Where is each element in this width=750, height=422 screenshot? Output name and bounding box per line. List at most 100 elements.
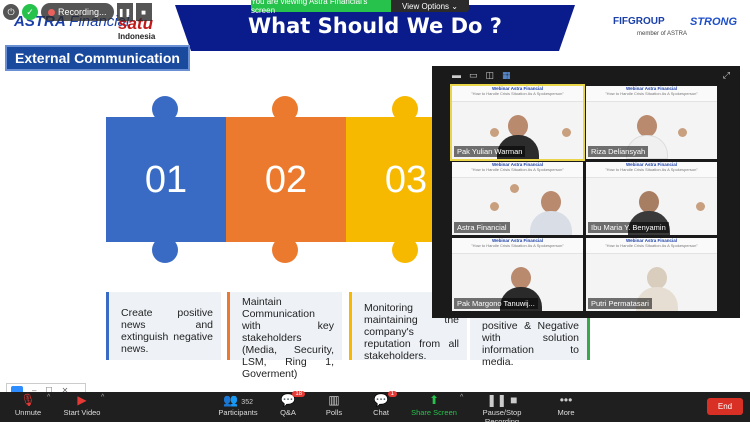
view-options-button[interactable]: View Options ⌄ — [391, 0, 469, 12]
unmute-button[interactable]: 🎙 Unmute — [8, 393, 48, 417]
webinar-subtitle: "How to Handle Crisis Situation As A Spo… — [471, 243, 564, 248]
gallery-header: ▬ ▭ ◫ ▦ ⤢ — [432, 66, 740, 84]
slide-avatar — [490, 202, 499, 211]
video-gallery[interactable]: ▬ ▭ ◫ ▦ ⤢ Webinar Astra Financial "How t… — [432, 66, 740, 318]
participant-head — [541, 191, 561, 213]
more-label: More — [557, 408, 575, 417]
end-meeting-button[interactable]: End — [707, 398, 743, 415]
pause-stop-recording-button[interactable]: ❚❚ ■ Pause/Stop Recording — [466, 393, 538, 422]
participant-video — [530, 191, 572, 235]
share-screen-button[interactable]: ⬆ Share Screen — [410, 393, 458, 417]
chat-button[interactable]: 💬 1 Chat — [370, 391, 397, 417]
webinar-subtitle: "How to Handle Crisis Situation As A Spo… — [471, 167, 564, 172]
speaker-view-icon[interactable]: ▭ — [469, 70, 478, 81]
pause-recording-icon[interactable]: ❚❚ — [116, 3, 133, 21]
puzzle-piece-01: 01 — [106, 96, 244, 263]
participant-head — [511, 267, 531, 289]
chevron-down-icon: ⌄ — [449, 1, 458, 11]
recording-controls: ⏻ ✓ Recording... ❚❚ ■ — [3, 3, 152, 21]
puzzle-knob — [392, 237, 418, 263]
puzzle-knob — [152, 237, 178, 263]
participant-name: Riza Deliansyah — [588, 146, 649, 157]
share-screen-icon: ⬆ — [428, 393, 440, 407]
description-box-01: Create positive news and extinguish nega… — [106, 292, 221, 360]
chevron-up-icon[interactable]: ^ — [101, 394, 104, 401]
more-icon: ••• — [559, 393, 573, 407]
participants-count: 352 — [241, 399, 253, 406]
chevron-up-icon[interactable]: ^ — [47, 394, 50, 401]
video-tile[interactable]: Webinar Astra Financial "How to Handle C… — [586, 162, 717, 235]
recording-indicator: Recording... — [41, 3, 114, 21]
expand-icon[interactable]: ⤢ — [723, 70, 730, 81]
slide-avatar — [678, 128, 687, 137]
pause-stop-recording-label: Pause/Stop Recording — [482, 408, 522, 422]
piece-number: 02 — [264, 159, 308, 201]
slide-title: What Should We Do ? — [248, 14, 502, 38]
webinar-subtitle: "How to Handle Crisis Situation As A Spo… — [605, 243, 698, 248]
chat-label: Chat — [373, 408, 389, 417]
participant-head — [637, 115, 657, 137]
participant-head — [639, 191, 659, 213]
meeting-toolbar: 🎙 Unmute ^ ▶ Start Video ^ 👥 352 Partici… — [0, 391, 750, 422]
participant-name: Putri Permatasari — [588, 298, 652, 309]
minimize-icon[interactable]: ▬ — [452, 70, 461, 80]
video-tile[interactable]: Webinar Astra Financial "How to Handle C… — [586, 238, 717, 311]
slide-avatar — [696, 202, 705, 211]
puzzle-knob — [272, 96, 298, 122]
strong-logo: STRONG — [690, 16, 738, 28]
participants-icon: 👥 352 — [223, 393, 253, 407]
participant-head — [647, 267, 667, 289]
microphone-muted-icon: 🎙 — [20, 393, 36, 407]
puzzle-knob — [272, 237, 298, 263]
tile-slide-header: Webinar Astra Financial "How to Handle C… — [586, 86, 717, 102]
description-box-02: Maintain Communication with key stakehol… — [227, 292, 342, 380]
gallery-view-icon[interactable]: ▦ — [502, 70, 511, 81]
share-screen-label: Share Screen — [411, 408, 457, 417]
participant-name: Ibu Maria Y. Benyamin — [588, 222, 669, 233]
section-label: External Communication — [5, 45, 190, 71]
start-video-button[interactable]: ▶ Start Video — [60, 393, 104, 417]
unmute-label: Unmute — [14, 408, 42, 417]
participant-name: Astra Financial — [454, 222, 510, 233]
tile-slide-header: Webinar Astra Financial "How to Handle C… — [586, 238, 717, 254]
puzzle-piece-02: 02 — [226, 96, 364, 263]
piece-number: 01 — [144, 159, 188, 201]
participant-body — [530, 211, 572, 235]
webinar-subtitle: "How to Handle Crisis Situation As A Spo… — [605, 91, 698, 96]
fifgroup-logo: FIFGROUP — [613, 16, 665, 27]
participant-name: Pak Yulian Warman — [454, 146, 526, 157]
video-tile[interactable]: Webinar Astra Financial "How to Handle C… — [452, 238, 583, 311]
tile-slide-header: Webinar Astra Financial "How to Handle C… — [452, 238, 583, 254]
polls-icon: ▥ — [328, 393, 340, 407]
stop-recording-icon[interactable]: ■ — [135, 3, 152, 21]
record-dot-icon — [48, 8, 55, 16]
qa-badge: 18 — [292, 391, 305, 397]
participants-button[interactable]: 👥 352 Participants — [216, 393, 260, 417]
split-view-icon[interactable]: ◫ — [486, 70, 495, 81]
puzzle-knob — [392, 96, 418, 122]
tile-slide-header: Webinar Astra Financial "How to Handle C… — [586, 162, 717, 178]
tile-slide-header: Webinar Astra Financial "How to Handle C… — [452, 86, 583, 102]
tile-slide-header: Webinar Astra Financial "How to Handle C… — [452, 162, 583, 178]
polls-label: Polls — [325, 408, 343, 417]
security-icon[interactable]: ⏻ — [3, 4, 19, 20]
polls-button[interactable]: ▥ Polls — [322, 393, 346, 417]
fifgroup-logo-sub: member of ASTRA — [637, 31, 688, 37]
video-tile[interactable]: Webinar Astra Financial "How to Handle C… — [452, 162, 583, 235]
video-tile[interactable]: Webinar Astra Financial "How to Handle C… — [450, 84, 585, 161]
participants-label: Participants — [218, 408, 258, 417]
chevron-up-icon[interactable]: ^ — [460, 394, 463, 401]
participant-head — [508, 115, 528, 137]
start-video-label: Start Video — [63, 408, 101, 417]
more-button[interactable]: ••• More — [554, 393, 578, 417]
qa-button[interactable]: 💬 18 Q&A — [276, 391, 305, 417]
recording-status: Recording... — [58, 7, 107, 17]
video-tile[interactable]: Webinar Astra Financial "How to Handle C… — [586, 86, 717, 159]
puzzle-knob — [152, 96, 178, 122]
satu-indonesia-sub: Indonesia — [118, 32, 156, 41]
webinar-subtitle: "How to Handle Crisis Situation As A Spo… — [605, 167, 698, 172]
shield-icon[interactable]: ✓ — [22, 4, 38, 20]
description-box-04: positive & Negative with solution inform… — [470, 318, 590, 368]
pause-recording-icon: ❚❚ ■ — [486, 393, 518, 407]
video-off-icon: ▶ — [77, 393, 87, 407]
